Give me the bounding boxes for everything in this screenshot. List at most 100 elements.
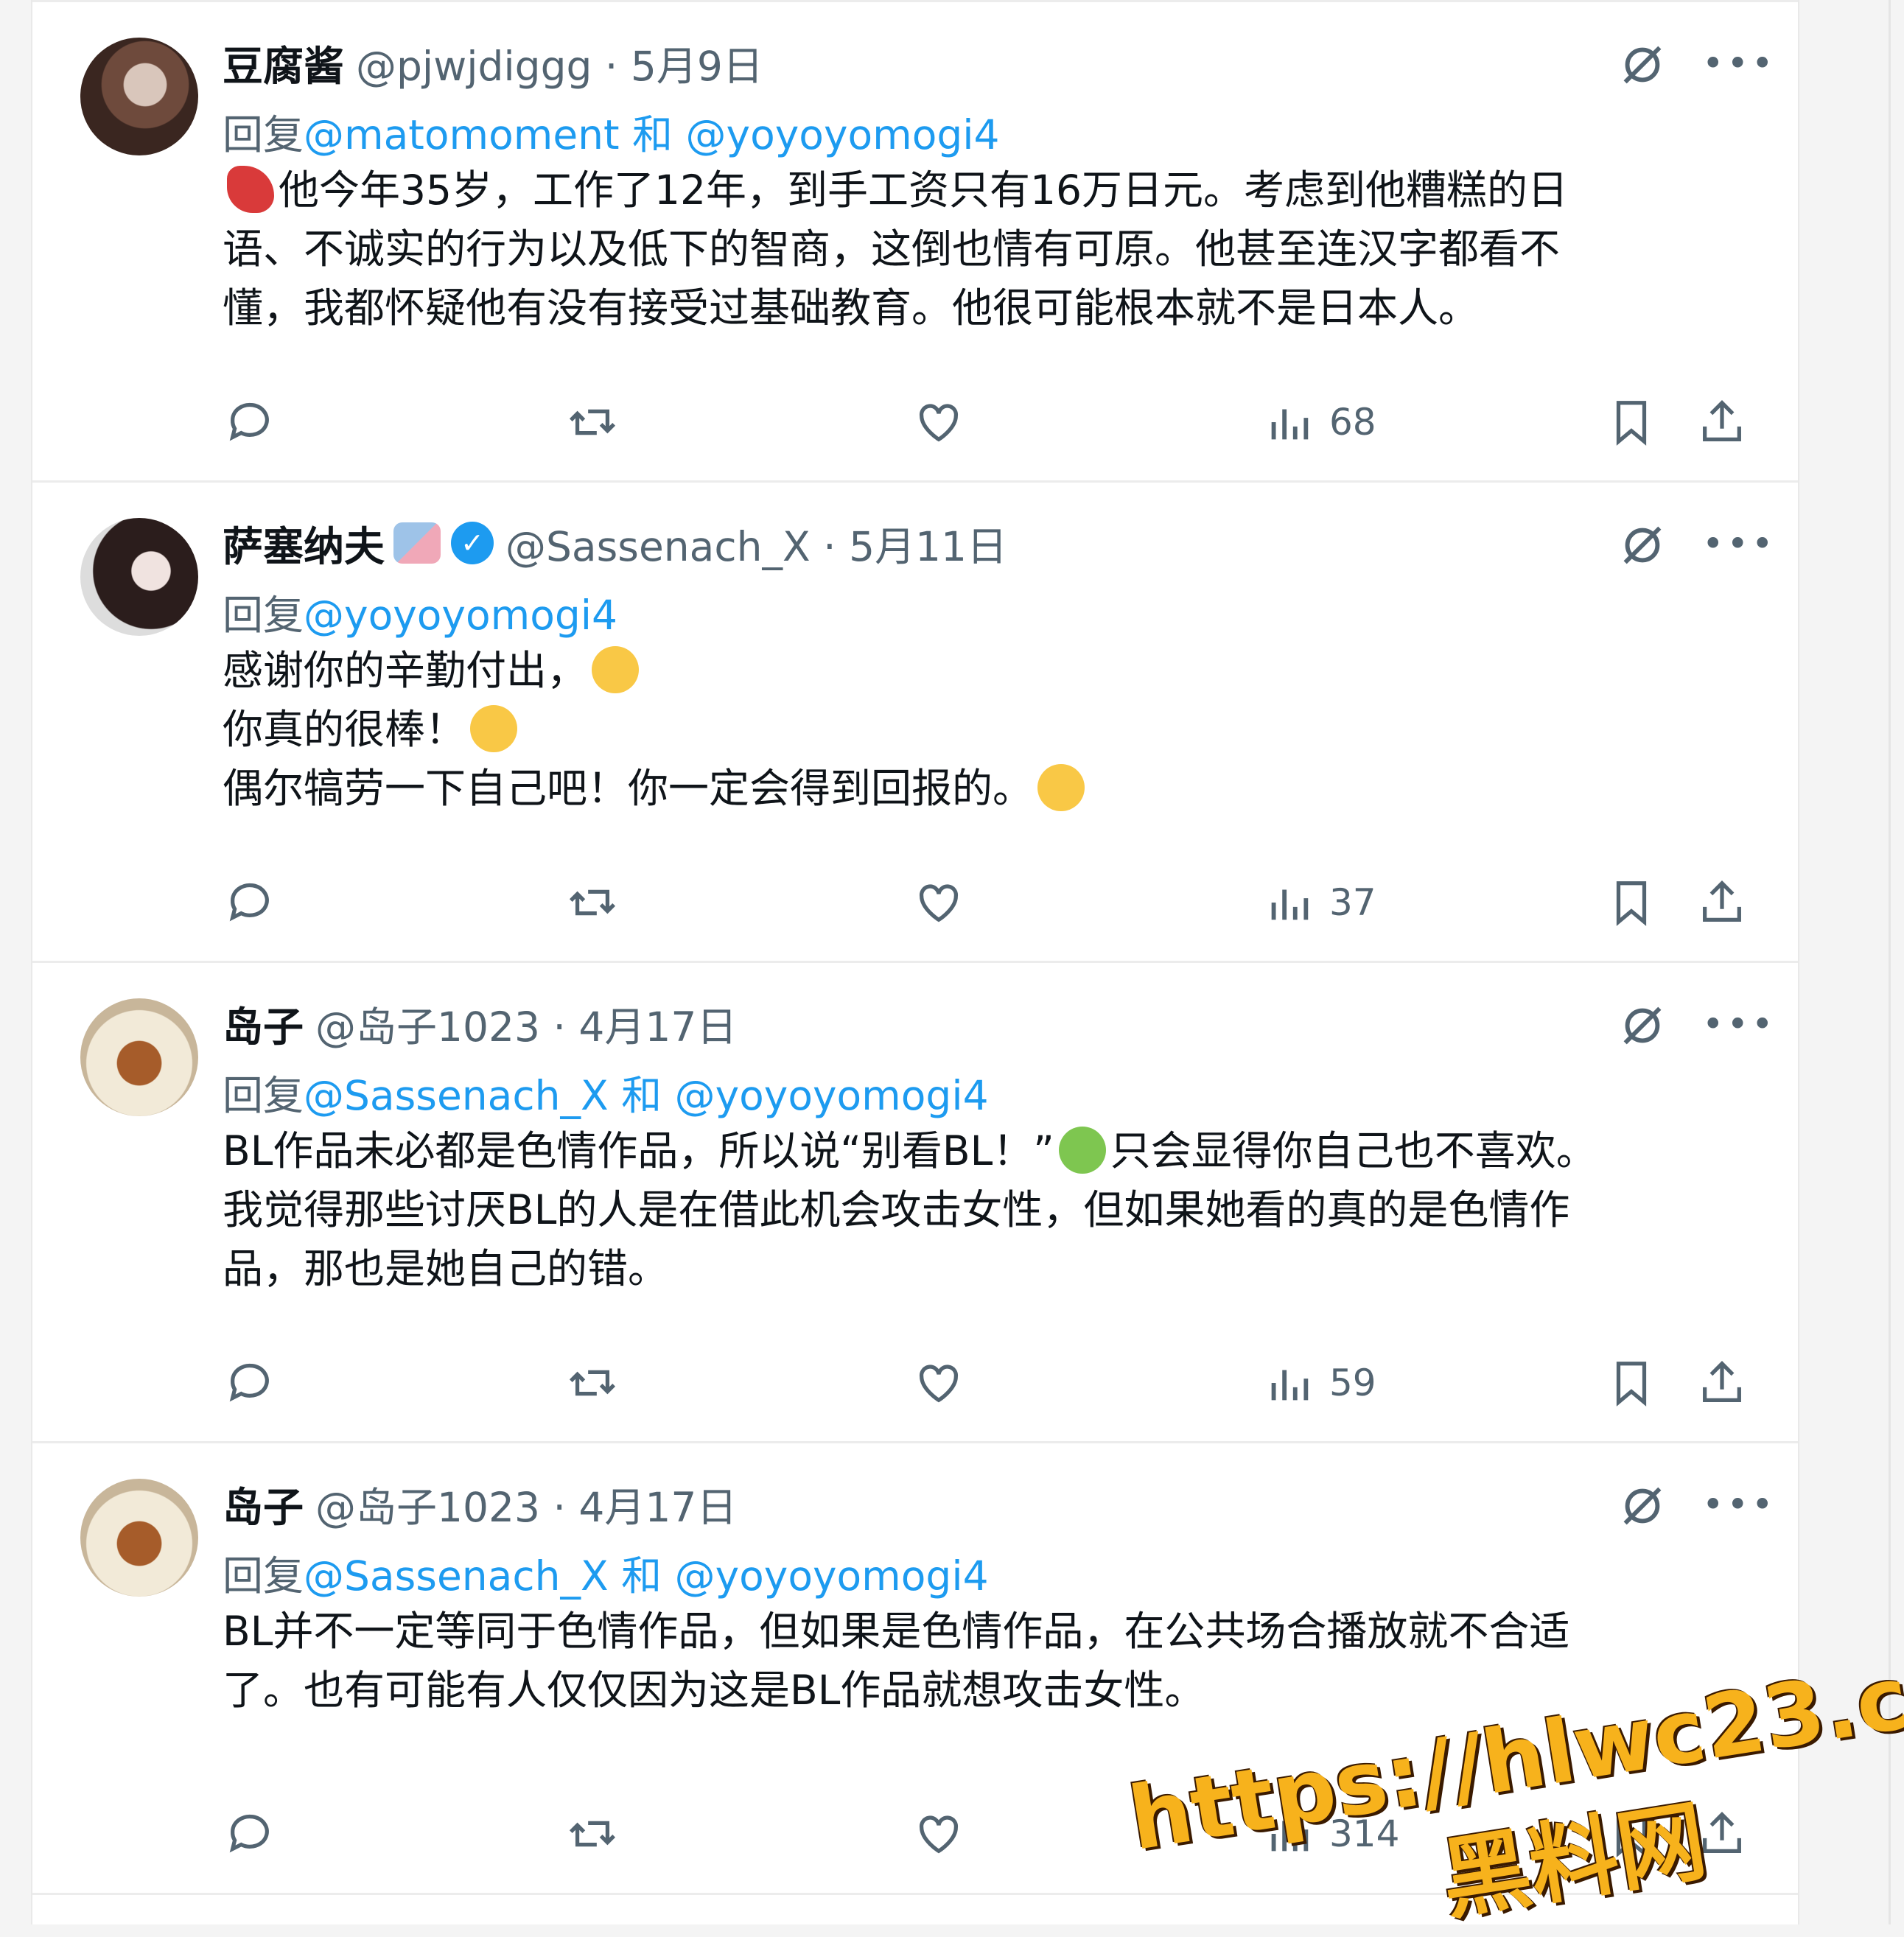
views-icon xyxy=(1271,889,1309,920)
bookmark-button[interactable] xyxy=(1606,393,1657,452)
action-bar: 68 xyxy=(32,393,1798,452)
reply-button[interactable] xyxy=(224,873,276,932)
tweet-text: BL并不一定等同于色情作品，但如果是色情作品，在公共场合播放就不合适 了。也有可… xyxy=(223,1602,1711,1720)
reply-icon xyxy=(229,1814,269,1853)
views-icon xyxy=(1271,409,1309,440)
more-icon[interactable]: ••• xyxy=(1702,45,1776,82)
like-button[interactable] xyxy=(913,1353,965,1412)
share-icon xyxy=(1703,400,1741,441)
teary-eyes-emoji-icon xyxy=(1037,764,1085,811)
share-button[interactable] xyxy=(1696,393,1748,452)
reply-mentions[interactable]: @yoyoyomogi4 xyxy=(304,592,617,639)
profile-badge-icon xyxy=(393,522,441,564)
handle-and-date[interactable]: @Sassenach_X · 5月11日 xyxy=(505,514,1007,572)
views-button[interactable]: 59 xyxy=(1263,1353,1376,1412)
heart-emoji-icon xyxy=(227,166,274,213)
reply-context: 回复@Sassenach_X 和 @yoyoyomogi4 xyxy=(223,1062,989,1121)
text-line: 懂，我都怀疑他有没有接受过基础教育。他很可能根本就不是日本人。 xyxy=(223,284,1480,332)
reply-prefix: 回复 xyxy=(223,111,304,158)
action-bar: 37 xyxy=(32,873,1798,932)
retweet-button[interactable] xyxy=(567,873,618,932)
like-button[interactable] xyxy=(913,1804,965,1863)
bookmark-icon xyxy=(1616,1362,1647,1407)
grok-icon[interactable] xyxy=(1617,39,1668,91)
views-button[interactable]: 37 xyxy=(1263,873,1376,932)
bookmark-button[interactable] xyxy=(1606,1353,1657,1412)
reply-button[interactable] xyxy=(224,1353,276,1412)
text-line: 你真的很棒！ xyxy=(223,700,1711,759)
text-line: 他今年35岁，工作了12年，到手工资只有16万日元。考虑到他糟糕的日 xyxy=(223,161,1711,220)
like-icon xyxy=(920,1815,958,1854)
retweet-icon xyxy=(569,409,616,435)
avatar[interactable] xyxy=(80,38,198,155)
text-line: 我觉得那些讨厌BL的人是在借此机会攻击女性，但如果她看的真的是色情作 xyxy=(223,1186,1570,1233)
tweet[interactable]: 豆腐酱 @pjwjdiggg · 5月9日 ••• 回复@matomoment … xyxy=(32,0,1798,483)
tear-smile-emoji-icon xyxy=(592,646,640,693)
reply-icon xyxy=(229,883,269,922)
retweet-button[interactable] xyxy=(567,1353,618,1412)
grok-icon[interactable] xyxy=(1617,519,1668,571)
views-count: 68 xyxy=(1329,401,1376,444)
reply-icon xyxy=(229,402,269,441)
text-line: 偶尔犒劳一下自己吧！你一定会得到回报的。 xyxy=(223,759,1711,818)
reply-button[interactable] xyxy=(224,1804,276,1863)
views-icon xyxy=(1271,1370,1309,1401)
reply-prefix: 回复 xyxy=(223,1552,304,1600)
handle-and-date[interactable]: @岛子1023 · 4月17日 xyxy=(315,1474,737,1533)
tweet-header: 萨塞纳夫 ✓ @Sassenach_X · 5月11日 xyxy=(223,514,1007,572)
display-name[interactable]: 岛子 xyxy=(223,1474,304,1533)
tweet-header: 岛子 @岛子1023 · 4月17日 xyxy=(223,994,737,1053)
handle-and-date[interactable]: @pjwjdiggg · 5月9日 xyxy=(356,33,763,92)
handle-and-date[interactable]: @岛子1023 · 4月17日 xyxy=(315,994,737,1053)
views-count: 59 xyxy=(1329,1362,1376,1404)
tweet-header: 豆腐酱 @pjwjdiggg · 5月9日 xyxy=(223,33,763,92)
like-button[interactable] xyxy=(913,873,965,932)
text-line: 了。也有可能有人仅仅因为这是BL作品就想攻击女性。 xyxy=(223,1667,1205,1714)
reply-mentions[interactable]: @Sassenach_X 和 @yoyoyomogi4 xyxy=(304,1552,989,1600)
like-button[interactable] xyxy=(913,393,965,452)
like-icon xyxy=(920,404,958,442)
more-icon[interactable]: ••• xyxy=(1702,1486,1776,1523)
verified-icon: ✓ xyxy=(451,522,494,564)
text-line: 感谢你的辛勤付出， xyxy=(223,641,1711,700)
grok-icon[interactable] xyxy=(1617,1480,1668,1532)
share-button[interactable] xyxy=(1696,873,1748,932)
views-button[interactable]: 68 xyxy=(1263,393,1376,452)
retweet-icon xyxy=(569,889,616,916)
tweet[interactable]: 萨塞纳夫 ✓ @Sassenach_X · 5月11日 ••• 回复@yoyoy… xyxy=(32,480,1798,963)
like-icon xyxy=(920,1365,958,1403)
action-bar: 59 xyxy=(32,1353,1798,1412)
text-line: BL作品未必都是色情作品，所以说“别看BL！” 只会显得你自己也不喜欢。 xyxy=(223,1127,1597,1174)
reply-context: 回复@yoyoyomogi4 xyxy=(223,582,617,641)
reply-prefix: 回复 xyxy=(223,592,304,639)
reply-button[interactable] xyxy=(224,393,276,452)
reply-icon xyxy=(229,1363,269,1402)
tweet[interactable]: 岛子 @岛子1023 · 4月17日 ••• 回复@Sassenach_X 和 … xyxy=(32,961,1798,1443)
retweet-icon xyxy=(569,1370,616,1396)
share-icon xyxy=(1703,880,1741,922)
vomiting-face-emoji-icon xyxy=(1058,1127,1106,1174)
tweet-text: BL作品未必都是色情作品，所以说“别看BL！” 只会显得你自己也不喜欢。 我觉得那… xyxy=(223,1121,1711,1298)
avatar[interactable] xyxy=(80,518,198,636)
grok-icon[interactable] xyxy=(1617,1000,1668,1051)
reply-context: 回复@matomoment 和 @yoyoyomogi4 xyxy=(223,102,1000,161)
share-button[interactable] xyxy=(1696,1353,1748,1412)
scrollbar-track[interactable] xyxy=(1889,0,1891,1924)
avatar[interactable] xyxy=(80,1479,198,1597)
reply-mentions[interactable]: @matomoment 和 @yoyoyomogi4 xyxy=(304,111,1000,158)
more-icon[interactable]: ••• xyxy=(1702,525,1776,562)
display-name[interactable]: 萨塞纳夫 xyxy=(223,514,385,572)
bookmark-button[interactable] xyxy=(1606,873,1657,932)
display-name[interactable]: 豆腐酱 xyxy=(223,33,344,92)
retweet-icon xyxy=(569,1821,616,1847)
more-icon[interactable]: ••• xyxy=(1702,1006,1776,1043)
reply-prefix: 回复 xyxy=(223,1072,304,1119)
tweet-header: 岛子 @岛子1023 · 4月17日 xyxy=(223,1474,737,1533)
retweet-button[interactable] xyxy=(567,1804,618,1863)
display-name[interactable]: 岛子 xyxy=(223,994,304,1053)
bookmark-icon xyxy=(1616,881,1647,926)
avatar[interactable] xyxy=(80,998,198,1116)
retweet-button[interactable] xyxy=(567,393,618,452)
like-icon xyxy=(920,884,958,922)
reply-mentions[interactable]: @Sassenach_X 和 @yoyoyomogi4 xyxy=(304,1072,989,1119)
